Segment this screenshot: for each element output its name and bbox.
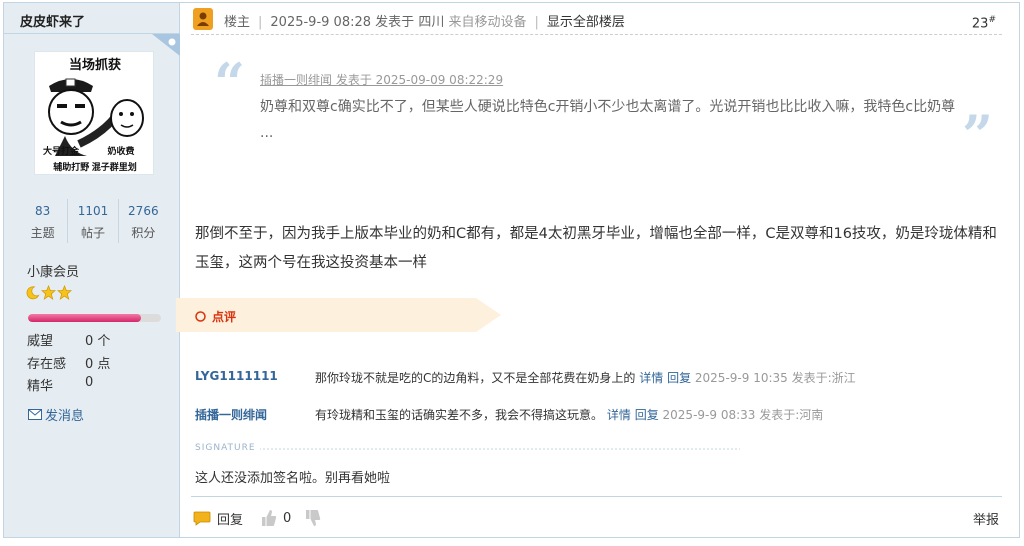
- stat-value: 2766: [128, 204, 159, 218]
- stat-label: 积分: [131, 226, 156, 240]
- like-count: 0: [283, 510, 292, 526]
- floor-value: 23: [971, 16, 989, 32]
- attr-presence: 存在感 0 点: [27, 353, 110, 372]
- comment-reply-link[interactable]: 回复: [667, 371, 691, 385]
- like-button[interactable]: 0: [261, 509, 291, 527]
- comment-meta: 2025-9-9 08:33 发表于:河南: [662, 408, 824, 422]
- attr-digest: 精华 0: [27, 375, 93, 394]
- stat-label: 帖子: [80, 226, 105, 240]
- attr-value: 0: [85, 375, 94, 390]
- chat-bubble-icon: [193, 511, 211, 526]
- avatar-caption-right: 奶收费: [106, 145, 134, 156]
- stat-credits[interactable]: 2766 积分: [119, 199, 168, 243]
- rank-progress-fill: [28, 314, 142, 322]
- quote-source-link[interactable]: 插播一则绯闻 发表于 2025-09-09 08:22:29: [260, 71, 503, 88]
- rank-stars: [25, 285, 72, 300]
- reply-label: 回复: [217, 513, 244, 528]
- post-meta: 楼主 | 2025-9-9 08:28 发表于 四川 来自移动设备 | 显示全部楼层: [224, 15, 625, 30]
- floor-number[interactable]: 23#: [972, 15, 996, 31]
- stat-value: 83: [35, 204, 51, 218]
- thumbs-up-icon: [262, 510, 277, 526]
- attr-key: 威望: [27, 334, 54, 349]
- avatar-caption-left: 大号打金: [43, 145, 80, 156]
- author-name[interactable]: 皮皮虾来了: [20, 11, 85, 30]
- member-rank[interactable]: 小康会员: [27, 261, 79, 280]
- report-link[interactable]: 举报: [973, 509, 999, 528]
- comment-detail-link[interactable]: 详情: [607, 408, 631, 422]
- avatar-meme-icon: 当场抓获 大号打金 奶收费 辅助打野 混子群里划: [43, 57, 144, 172]
- send-message-link[interactable]: 发消息: [28, 405, 84, 424]
- device-label: 来自移动设备: [448, 15, 527, 30]
- post-header: 楼主 | 2025-9-9 08:28 发表于 四川 来自移动设备 | 显示全部楼层 2…: [191, 5, 1002, 35]
- comment-meta: 2025-9-9 10:35 发表于:浙江: [694, 371, 856, 385]
- quote-open-icon: “: [214, 51, 246, 115]
- comment-tab-label[interactable]: 点评: [212, 308, 236, 325]
- signature-label: SIGNATURE: [195, 443, 260, 453]
- author-sidebar: 皮皮虾来了 当场抓获 大号打金 奶收费 辅助打野 混子群里划 83 主题 110…: [4, 3, 180, 537]
- reply-button[interactable]: 回复: [193, 509, 243, 528]
- moon-icon: [26, 286, 40, 300]
- attr-key: 存在感: [27, 357, 67, 372]
- envelope-icon: [28, 409, 42, 420]
- show-all-floors-link[interactable]: 显示全部楼层: [547, 15, 625, 30]
- avatar-caption-top: 当场抓获: [69, 57, 121, 72]
- attr-key: 精华: [27, 379, 54, 394]
- attr-value: 0 点: [85, 357, 111, 372]
- post-footer: 回复 0 举报: [193, 505, 1001, 531]
- stat-posts[interactable]: 1101 帖子: [68, 199, 119, 243]
- star-icon: [57, 285, 72, 300]
- quote-text: 奶尊和双尊c确实比不了，但某些人硬说比特色c开销小不少也太离谱了。光说开销也比比…: [260, 99, 956, 141]
- comment-user[interactable]: LYG1111111: [195, 369, 278, 383]
- rank-progress-bar: [28, 314, 161, 322]
- comment-user[interactable]: 插播一则绯闻: [195, 406, 267, 423]
- comment-text: 有玲珑精和玉玺的话确实差不多，我会不得搞这玩意。: [315, 408, 604, 422]
- posted-in-label: 发表于: [375, 15, 415, 30]
- stat-label: 主题: [30, 226, 55, 240]
- dislike-button[interactable]: [305, 509, 321, 527]
- comment-text: 那你玲珑不就是吃的C的边角料，又不是全部花费在奶身上的: [315, 371, 636, 385]
- footer-divider: [191, 496, 1002, 497]
- quote-close-icon: ”: [962, 103, 994, 167]
- send-message-label: 发消息: [45, 409, 85, 424]
- online-badge-icon: [152, 34, 180, 56]
- avatar[interactable]: 当场抓获 大号打金 奶收费 辅助打野 混子群里划: [34, 51, 154, 175]
- stat-value: 1101: [77, 204, 109, 218]
- signature-divider: [195, 448, 740, 450]
- comment-circle-icon: [195, 311, 206, 322]
- signature-text: 这人还没添加签名啦。别再看她啦: [195, 471, 391, 486]
- comment-detail-link[interactable]: 详情: [639, 371, 663, 385]
- post-location: 四川: [418, 15, 445, 30]
- star-icon: [41, 285, 56, 300]
- thumbs-down-icon: [306, 510, 321, 526]
- attr-prestige: 威望 0 个: [27, 330, 110, 349]
- op-label: 楼主: [224, 15, 251, 30]
- post-body: 那倒不至于，因为我手上版本毕业的奶和C都有，都是4太初黑牙毕业，增幅也全部一样，…: [195, 226, 997, 271]
- author-stats: 83 主题 1101 帖子 2766 积分: [18, 199, 168, 243]
- post-datetime: 2025-9-9 08:28: [270, 15, 372, 30]
- op-badge-icon: [193, 8, 213, 30]
- avatar-caption-bottom: 辅助打野 混子群里划: [53, 161, 137, 172]
- attr-value: 0 个: [85, 334, 111, 349]
- stat-topics[interactable]: 83 主题: [18, 199, 69, 243]
- floor-mark: #: [988, 15, 996, 25]
- comment-reply-link[interactable]: 回复: [635, 408, 659, 422]
